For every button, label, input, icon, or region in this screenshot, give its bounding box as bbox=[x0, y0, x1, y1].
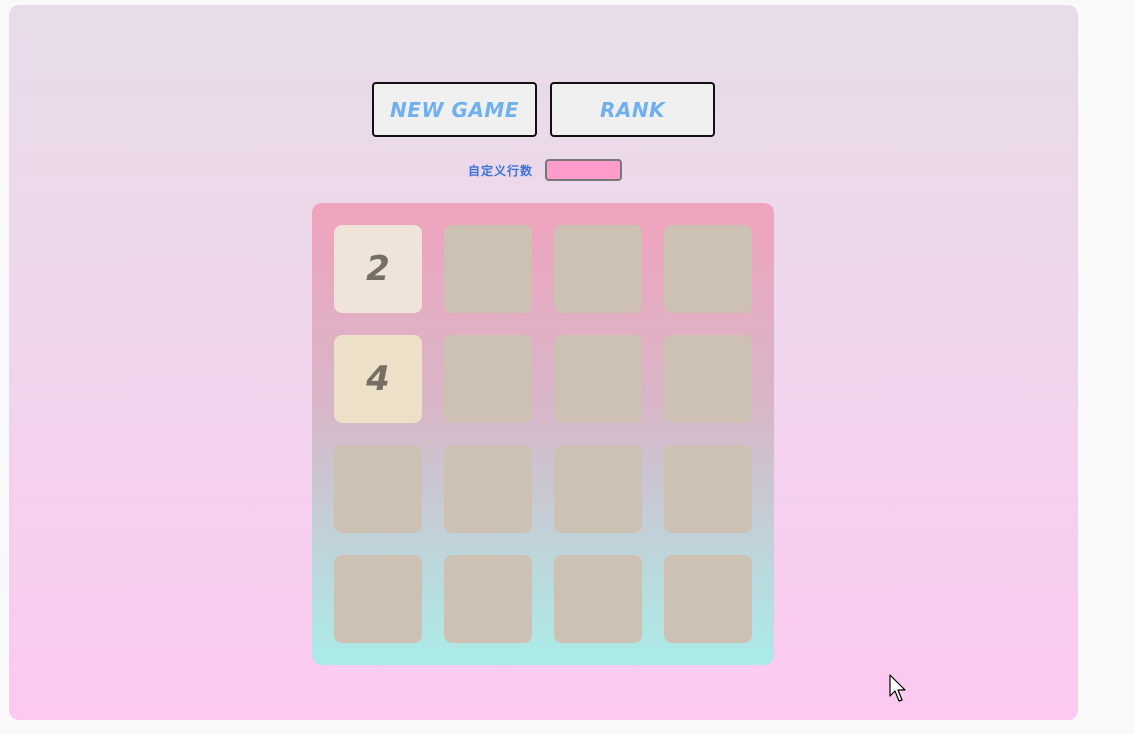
empty-cell bbox=[444, 555, 532, 643]
game-page: NEW GAME RANK 自定义行数 24 bbox=[9, 5, 1078, 720]
empty-cell bbox=[444, 445, 532, 533]
empty-cell bbox=[554, 225, 642, 313]
tile: 2 bbox=[334, 225, 422, 313]
mouse-cursor-icon bbox=[889, 674, 906, 702]
rank-button[interactable]: RANK bbox=[550, 82, 715, 137]
empty-cell bbox=[334, 555, 422, 643]
empty-cell bbox=[554, 335, 642, 423]
empty-cell bbox=[554, 555, 642, 643]
custom-rows-field: 自定义行数 bbox=[468, 159, 623, 181]
empty-cell bbox=[444, 225, 532, 313]
custom-rows-label: 自定义行数 bbox=[468, 163, 534, 178]
empty-cell bbox=[664, 445, 752, 533]
tile: 4 bbox=[334, 335, 422, 423]
empty-cell bbox=[444, 335, 532, 423]
new-game-button[interactable]: NEW GAME bbox=[372, 82, 537, 137]
empty-cell bbox=[554, 445, 642, 533]
empty-cell bbox=[664, 555, 752, 643]
game-board[interactable]: 24 bbox=[312, 203, 774, 665]
empty-cell bbox=[664, 225, 752, 313]
empty-cell bbox=[334, 445, 422, 533]
custom-rows-input[interactable] bbox=[545, 159, 623, 181]
toolbar: NEW GAME RANK bbox=[372, 82, 715, 137]
empty-cell bbox=[664, 335, 752, 423]
